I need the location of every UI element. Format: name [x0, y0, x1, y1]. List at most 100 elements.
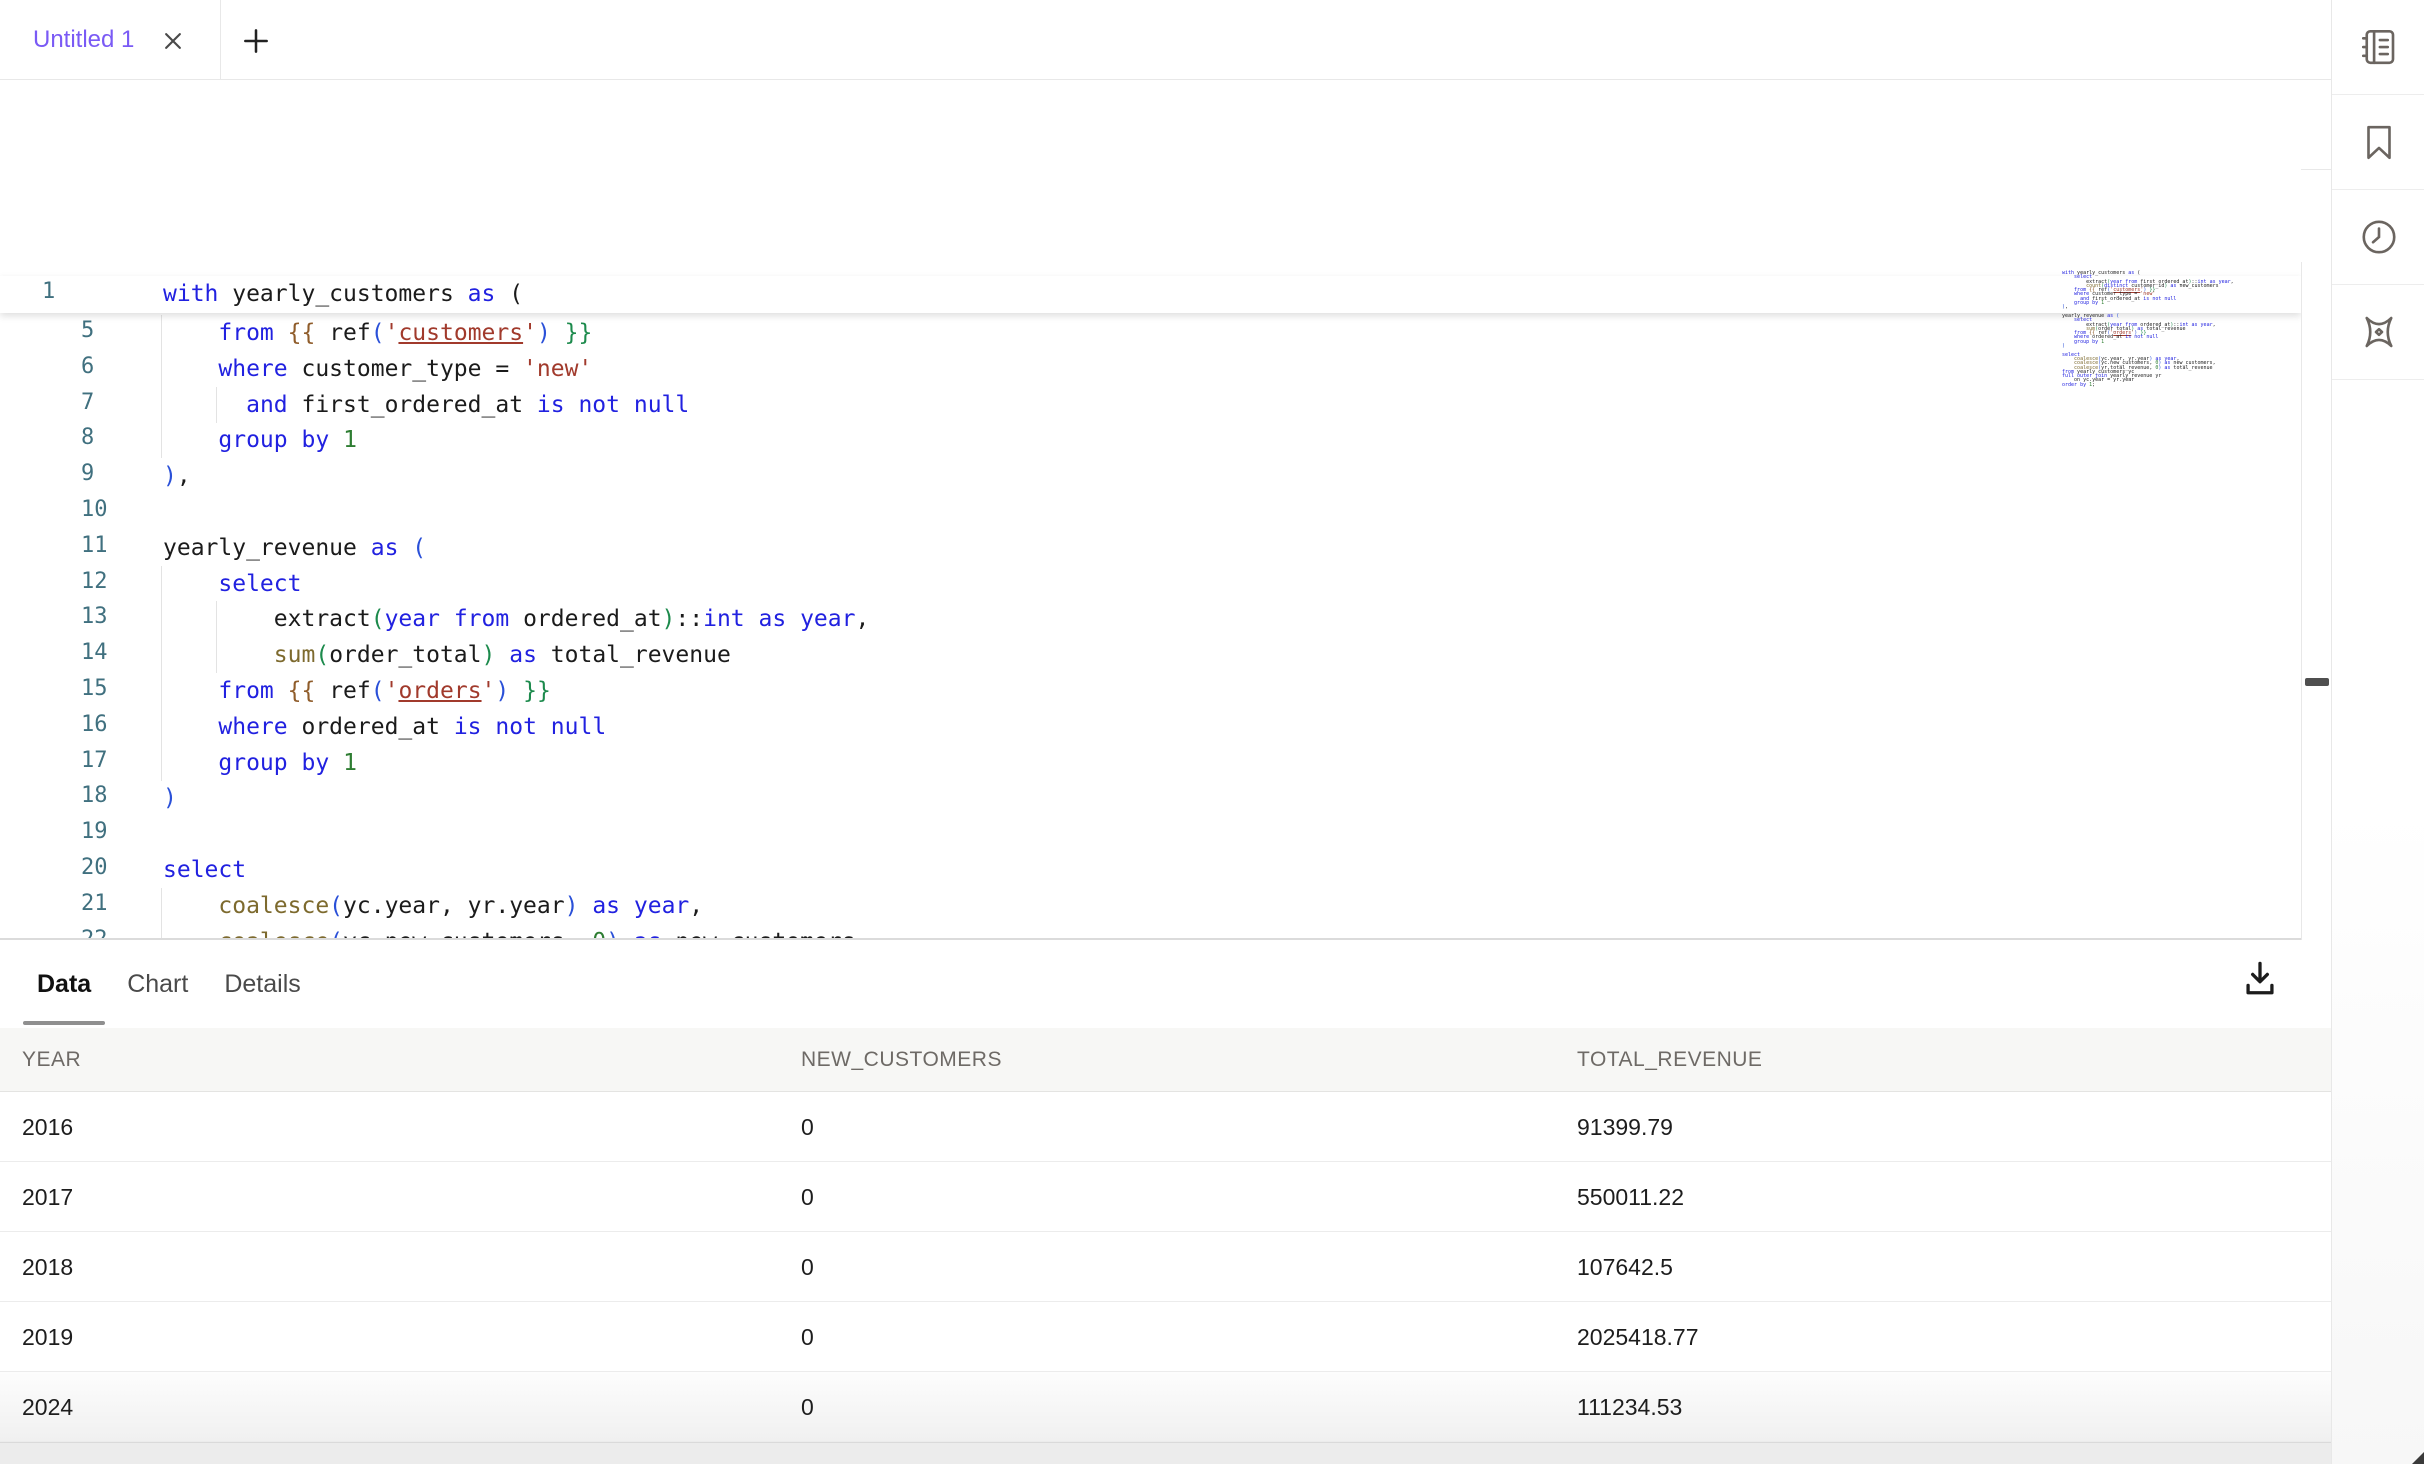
- table-row[interactable]: 20240111234.53: [0, 1372, 2331, 1442]
- code-text: ): [163, 782, 177, 814]
- code-line-10[interactable]: 10: [0, 494, 2301, 530]
- line-number: 20: [81, 855, 108, 880]
- line-number: 6: [81, 354, 94, 379]
- table-cell: 550011.22: [1577, 1162, 1684, 1232]
- history-icon: [2358, 216, 2400, 258]
- line-number: 13: [81, 604, 108, 629]
- code-text: select: [163, 568, 301, 600]
- code-line-8[interactable]: 8 group by 1: [0, 422, 2301, 458]
- indent-guide: [161, 637, 162, 673]
- tab-untitled-1[interactable]: Untitled 1: [0, 0, 221, 80]
- code-text: where ordered_at is not null: [163, 711, 606, 743]
- code-text: select: [163, 854, 246, 886]
- minimap-line: order by 1;: [2062, 383, 2252, 387]
- code-text: ),: [163, 460, 191, 492]
- dbt-icon: [2358, 311, 2400, 353]
- table-cell: 2025418.77: [1577, 1302, 1699, 1372]
- scrollbar-thumb[interactable]: [2305, 678, 2329, 686]
- app-window: Untitled 1 Develop Run Query completed i…: [0, 0, 2424, 1464]
- bookmark-icon: [2358, 121, 2400, 163]
- editor-scrollbar[interactable]: [2301, 262, 2331, 940]
- line-number: 21: [81, 891, 108, 916]
- code-text: group by 1: [163, 424, 357, 456]
- code-line-20[interactable]: 20 select: [0, 852, 2301, 888]
- tab-details[interactable]: Details: [224, 970, 300, 999]
- table-cell: 91399.79: [1577, 1092, 1673, 1162]
- table-row[interactable]: 2019 0 2025418.77: [0, 1302, 2331, 1372]
- toolbar: Develop Run: [0, 80, 2331, 170]
- code-text: yearly_revenue as (: [163, 532, 426, 564]
- code-line-16[interactable]: 16 where ordered_at is not null: [0, 709, 2301, 745]
- right-sidebar: [2331, 0, 2424, 1464]
- table-row[interactable]: 20170550011.22: [0, 1162, 2331, 1232]
- table-row[interactable]: 2016091399.79: [0, 1092, 2331, 1162]
- table-row[interactable]: 2018 0 107642.5: [0, 1232, 2331, 1302]
- tab-title: Untitled 1: [33, 0, 134, 80]
- line-number: 7: [81, 390, 94, 415]
- dbt-rail-button[interactable]: [2332, 285, 2424, 380]
- notebook-icon: [2358, 26, 2400, 68]
- bookmark-rail-button[interactable]: [2332, 95, 2424, 190]
- code-line-18[interactable]: 18): [0, 780, 2301, 816]
- table-cell: 0: [801, 1092, 814, 1162]
- code-text: from {{ ref('customers') }}: [163, 317, 592, 349]
- table-cell: 2017: [22, 1162, 73, 1232]
- indent-guide: [161, 709, 162, 745]
- column-header-total_revenue[interactable]: TOTAL_REVENUE: [1577, 1028, 1762, 1092]
- indent-guide: [161, 422, 162, 458]
- code-line-21[interactable]: 21 coalesce(yc.year, yr.year) as year,: [0, 888, 2301, 924]
- code-line-9[interactable]: 9),: [0, 458, 2301, 494]
- column-header-new_customers[interactable]: NEW_CUSTOMERS: [801, 1028, 1002, 1092]
- indent-guide: [161, 888, 162, 924]
- code-line-11[interactable]: 11yearly_revenue as (: [0, 530, 2301, 566]
- code-line-6[interactable]: 6 where customer_type = 'new': [0, 351, 2301, 387]
- code-text: from {{ ref('orders') }}: [163, 675, 551, 707]
- table-cell: 107642.5: [1577, 1232, 1673, 1302]
- table-cell: 2018: [22, 1232, 73, 1302]
- line-number: 5: [81, 318, 94, 343]
- code-text: coalesce(yc.year, yr.year) as year,: [163, 890, 703, 922]
- code-line-1[interactable]: 1 with yearly_customers as (: [0, 276, 2301, 313]
- line-number: 10: [81, 497, 108, 522]
- close-icon[interactable]: [158, 26, 188, 56]
- new-tab-button[interactable]: [240, 25, 272, 57]
- code-line-17[interactable]: 17 group by 1: [0, 745, 2301, 781]
- line-number: 12: [81, 569, 108, 594]
- code-line-15[interactable]: 15 from {{ ref('orders') }}: [0, 673, 2301, 709]
- horizontal-scrollbar-track[interactable]: [0, 1442, 2331, 1464]
- editor-minimap[interactable]: with yearly_customers as ( select extrac…: [2062, 271, 2252, 387]
- table-cell: 2024: [22, 1372, 73, 1442]
- code-text: with yearly_customers as (: [163, 278, 523, 310]
- table-header-row: YEAR NEW_CUSTOMERS TOTAL_REVENUE: [0, 1028, 2331, 1092]
- code-text: where customer_type = 'new': [163, 353, 592, 385]
- indent-guide: [161, 673, 162, 709]
- tab-chart[interactable]: Chart: [127, 970, 188, 999]
- table-cell: 0: [801, 1302, 814, 1372]
- indent-guide: [161, 351, 162, 387]
- code-line-5[interactable]: 5 from {{ ref('customers') }}: [0, 315, 2301, 351]
- code-line-14[interactable]: 14 sum(order_total) as total_revenue: [0, 637, 2301, 673]
- download-icon[interactable]: [2238, 957, 2282, 1003]
- line-number: 1: [42, 279, 55, 304]
- notebook-rail-button[interactable]: [2332, 0, 2424, 95]
- table-cell: 111234.53: [1577, 1372, 1682, 1442]
- tab-data[interactable]: Data: [37, 970, 91, 999]
- code-line-7[interactable]: 7 and first_ordered_at is not null: [0, 387, 2301, 423]
- table-cell: 2019: [22, 1302, 73, 1372]
- history-rail-button[interactable]: [2332, 190, 2424, 285]
- line-number: 8: [81, 425, 94, 450]
- line-number: 9: [81, 461, 94, 486]
- column-header-year[interactable]: YEAR: [22, 1028, 81, 1092]
- indent-guide: [161, 387, 162, 423]
- resize-grip[interactable]: [2412, 1452, 2424, 1464]
- code-line-12[interactable]: 12 select: [0, 566, 2301, 602]
- code-text: sum(order_total) as total_revenue: [163, 639, 731, 671]
- indent-guide: [161, 566, 162, 602]
- table-cell: 0: [801, 1232, 814, 1302]
- code-editor[interactable]: 5 from {{ ref('customers') }}6 where cus…: [0, 169, 2301, 940]
- code-line-19[interactable]: 19: [0, 816, 2301, 852]
- indent-guide: [161, 601, 162, 637]
- tab-bar: Untitled 1: [0, 0, 2331, 80]
- code-text: extract(year from ordered_at)::int as ye…: [163, 603, 869, 635]
- code-line-13[interactable]: 13 extract(year from ordered_at)::int as…: [0, 601, 2301, 637]
